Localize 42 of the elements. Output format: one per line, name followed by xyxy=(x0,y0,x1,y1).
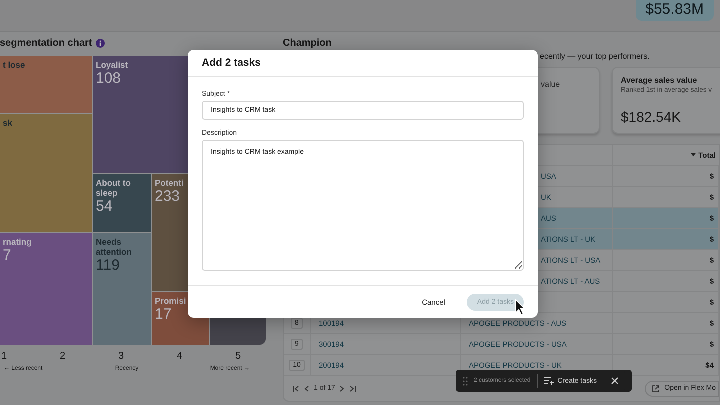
axis-tick-label: 4 xyxy=(176,351,184,362)
axis-tick-label: 2 xyxy=(58,351,67,362)
close-icon xyxy=(610,377,618,385)
segment-count: 54 xyxy=(96,198,113,216)
segment-label: Needs attention xyxy=(96,237,133,257)
segment-label: rnating xyxy=(3,237,32,247)
last-page-icon[interactable] xyxy=(349,384,358,392)
treemap-tile[interactable]: rnating 7 xyxy=(0,233,92,345)
drag-handle-icon[interactable] xyxy=(463,376,468,386)
previous-page-icon[interactable] xyxy=(304,384,310,392)
axis-tick-label: 5 xyxy=(234,351,242,362)
section-title: Champion xyxy=(283,38,332,48)
segment-label: Promisi xyxy=(155,296,186,306)
first-page-icon[interactable] xyxy=(292,384,300,392)
treemap-tile[interactable]: About to sleep 54 xyxy=(93,174,151,232)
next-page-icon[interactable] xyxy=(339,384,346,392)
segment-count: 119 xyxy=(96,257,120,275)
treemap-tile[interactable]: t lose xyxy=(0,56,92,113)
segment-label: Potenti xyxy=(155,178,184,188)
card-value: $182.54K xyxy=(621,109,682,125)
info-icon[interactable] xyxy=(96,38,106,48)
section-description: ecently — your top performers. xyxy=(540,52,650,61)
segment-count: 108 xyxy=(96,70,122,88)
sort-down-icon[interactable] xyxy=(690,153,696,157)
treemap-tile[interactable]: Needs attention 119 xyxy=(93,233,151,345)
total-badge: $55.83M xyxy=(636,0,714,21)
treemap-tile[interactable]: sk xyxy=(0,114,92,232)
segment-label: t lose xyxy=(3,60,26,70)
segment-label: sk xyxy=(3,118,12,128)
external-link-icon xyxy=(652,384,660,392)
card-title: value xyxy=(541,80,562,89)
segment-count: 7 xyxy=(3,247,12,265)
dialog-title: Add 2 tasks xyxy=(202,57,261,69)
segment-label: About to sleep xyxy=(96,178,132,198)
segment-label: Loyalist xyxy=(96,60,128,70)
segment-count: 233 xyxy=(155,188,180,206)
chart-title: segmentation chart xyxy=(0,38,92,48)
list-add-icon xyxy=(544,377,554,385)
axis-tick-label: 3 xyxy=(117,351,126,362)
card-title: Average sales value xyxy=(621,76,698,85)
axis-tick-label: 1 xyxy=(0,351,8,362)
segment-count: 17 xyxy=(155,306,172,324)
